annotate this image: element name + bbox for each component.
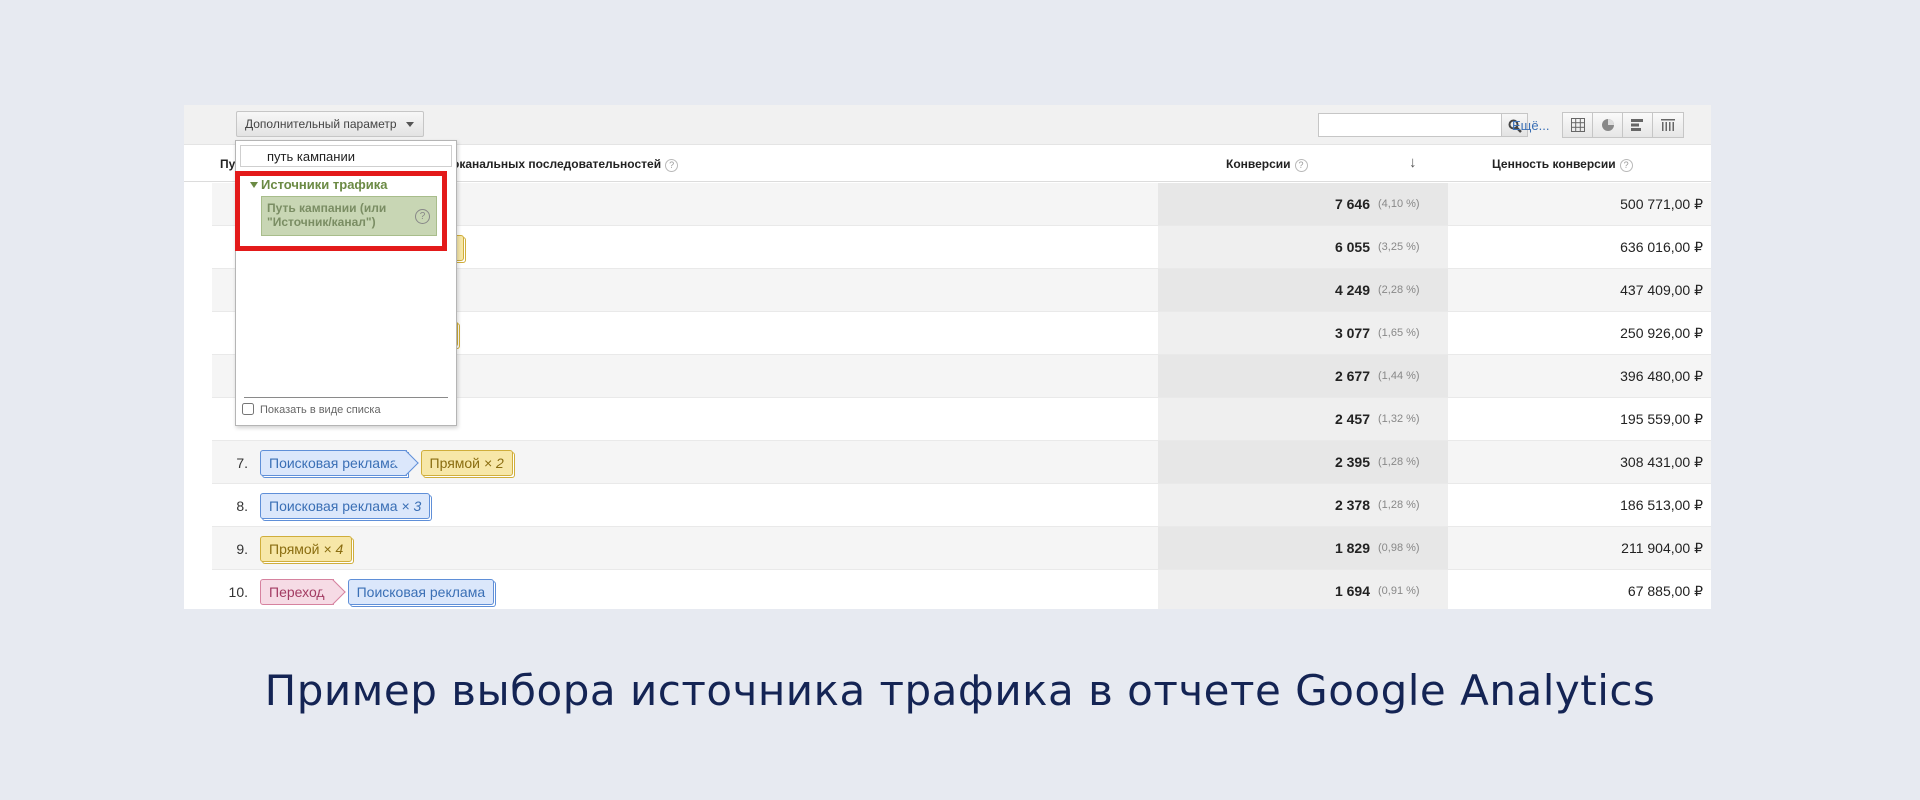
help-icon[interactable]: ? xyxy=(1619,159,1633,172)
secondary-dimension-dropdown: Источники трафика Путь кампании (или "Ис… xyxy=(235,140,457,426)
view-comparison-button[interactable] xyxy=(1653,113,1683,137)
conversions-percent: (2,28 %) xyxy=(1378,284,1420,296)
channel-chip-label: Поисковая реклама xyxy=(269,498,402,514)
conversion-value: 396 480,00 ₽ xyxy=(1620,368,1703,384)
channel-chip-label: Поисковая реклама xyxy=(269,455,398,471)
view-pie-button[interactable] xyxy=(1593,113,1623,137)
conversions-value: 3 077 xyxy=(1334,325,1370,341)
red-highlight-frame xyxy=(235,171,447,251)
conversion-value: 500 771,00 ₽ xyxy=(1620,196,1703,212)
conversion-value: 186 513,00 ₽ xyxy=(1620,497,1703,513)
conversion-value: 636 016,00 ₽ xyxy=(1620,239,1703,255)
channel-chip-search[interactable]: Поисковая реклама xyxy=(260,450,407,476)
conversion-value: 437 409,00 ₽ xyxy=(1620,282,1703,298)
conversions-percent: (3,25 %) xyxy=(1378,241,1420,253)
report-toolbar: Дополнительный параметр Ещё... xyxy=(184,105,1711,145)
channel-chip-direct[interactable]: Прямой × 2 xyxy=(420,450,513,476)
chevron-down-icon xyxy=(405,122,414,127)
channel-chip-label: Прямой xyxy=(269,541,324,557)
row-number: 10. xyxy=(228,584,248,600)
channel-chip-multiplier: × 3 xyxy=(401,498,422,514)
sort-arrow-down-icon[interactable]: ↓ xyxy=(1409,154,1417,171)
show-as-list-checkbox[interactable] xyxy=(242,403,254,415)
view-table-button[interactable] xyxy=(1563,113,1593,137)
channel-chip-search[interactable]: Поисковая реклама xyxy=(347,579,495,605)
conversion-value: 250 926,00 ₽ xyxy=(1620,325,1703,341)
conversions-percent: (1,28 %) xyxy=(1378,456,1420,468)
path-chips: Прямой × 4 xyxy=(260,536,353,562)
caption: Пример выбора источника трафика в отчете… xyxy=(264,666,1656,715)
path-chips: Поисковая реклама × 3 xyxy=(260,493,431,519)
conversions-value: 6 055 xyxy=(1334,239,1370,255)
path-chips: Поисковая реклама Прямой × 2 xyxy=(260,450,513,476)
channel-chip-referral[interactable]: Переход xyxy=(260,579,334,605)
header-conversions-label: Конверсии xyxy=(1226,157,1291,171)
header-value[interactable]: Ценность конверсии? xyxy=(1492,157,1633,172)
path-chips: Переход Поисковая реклама xyxy=(260,579,495,605)
channel-chip-label: Поисковая реклама xyxy=(356,584,486,600)
dimension-search-input[interactable] xyxy=(240,145,452,167)
channel-chip-search[interactable]: Поисковая реклама × 3 xyxy=(260,493,431,519)
conversions-value: 1 694 xyxy=(1334,583,1370,599)
header-path-rest[interactable]: оканальных последовательностей? xyxy=(452,157,679,172)
conversion-value: 211 904,00 ₽ xyxy=(1621,540,1703,556)
row-number: 8. xyxy=(236,498,248,514)
table-search-input[interactable] xyxy=(1318,113,1502,137)
table-row: 8. Поисковая реклама × 3 2 378 (1,28 %) 186 … xyxy=(212,484,1711,527)
conversions-value: 2 457 xyxy=(1334,411,1370,427)
header-conversions[interactable]: Конверсии? xyxy=(1226,157,1308,172)
conversions-value: 2 395 xyxy=(1334,454,1370,470)
table-row: 7. Поисковая реклама Прямой × 2 2 395 (1,28 … xyxy=(212,441,1711,484)
conversions-percent: (1,44 %) xyxy=(1378,370,1420,382)
more-link[interactable]: Ещё... xyxy=(1512,118,1549,133)
conversions-percent: (1,28 %) xyxy=(1378,499,1420,511)
grid-icon xyxy=(1571,118,1585,132)
secondary-dimension-label: Дополнительный параметр xyxy=(245,117,397,131)
header-path[interactable]: Пу xyxy=(220,157,235,171)
conversion-value: 308 431,00 ₽ xyxy=(1620,454,1703,470)
header-value-label: Ценность конверсии xyxy=(1492,157,1616,171)
conversions-value: 1 829 xyxy=(1334,540,1370,556)
header-path-rest-label: оканальных последовательностей xyxy=(452,157,662,171)
help-icon[interactable]: ? xyxy=(665,159,679,172)
conversions-percent: (1,32 %) xyxy=(1378,413,1420,425)
view-switcher xyxy=(1562,112,1684,138)
comparison-icon xyxy=(1661,119,1675,131)
channel-chip-multiplier: × 2 xyxy=(483,455,504,471)
conversions-value: 7 646 xyxy=(1334,196,1370,212)
secondary-dimension-button[interactable]: Дополнительный параметр xyxy=(236,111,424,137)
table-row: 9. Прямой × 4 1 829 (0,98 %) 211 904,00 ₽ xyxy=(212,527,1711,570)
row-number: 9. xyxy=(236,541,248,557)
channel-chip-label: Переход xyxy=(269,584,325,600)
conversions-percent: (4,10 %) xyxy=(1378,198,1420,210)
conversions-percent: (1,65 %) xyxy=(1378,327,1420,339)
channel-chip-label: Прямой xyxy=(429,455,484,471)
conversion-value: 67 885,00 ₽ xyxy=(1627,583,1703,599)
view-bar-button[interactable] xyxy=(1623,113,1653,137)
table-row: 10. Переход Поисковая реклама 1 694 (0,91 %)… xyxy=(212,570,1711,609)
row-number: 7. xyxy=(236,455,248,471)
conversions-percent: (0,98 %) xyxy=(1378,542,1420,554)
pie-chart-icon xyxy=(1602,119,1614,131)
conversions-value: 4 249 xyxy=(1334,282,1370,298)
channel-chip-direct[interactable]: Прямой × 4 xyxy=(260,536,353,562)
conversions-percent: (0,91 %) xyxy=(1378,585,1420,597)
dropdown-footer: Показать в виде списка xyxy=(236,397,456,425)
conversions-value: 2 378 xyxy=(1334,497,1370,513)
help-icon[interactable]: ? xyxy=(1294,159,1308,172)
conversions-value: 2 677 xyxy=(1334,368,1370,384)
show-as-list-label: Показать в виде списка xyxy=(260,404,381,416)
bar-chart-icon xyxy=(1631,119,1643,131)
channel-chip-multiplier: × 4 xyxy=(323,541,344,557)
conversion-value: 195 559,00 ₽ xyxy=(1620,411,1703,427)
